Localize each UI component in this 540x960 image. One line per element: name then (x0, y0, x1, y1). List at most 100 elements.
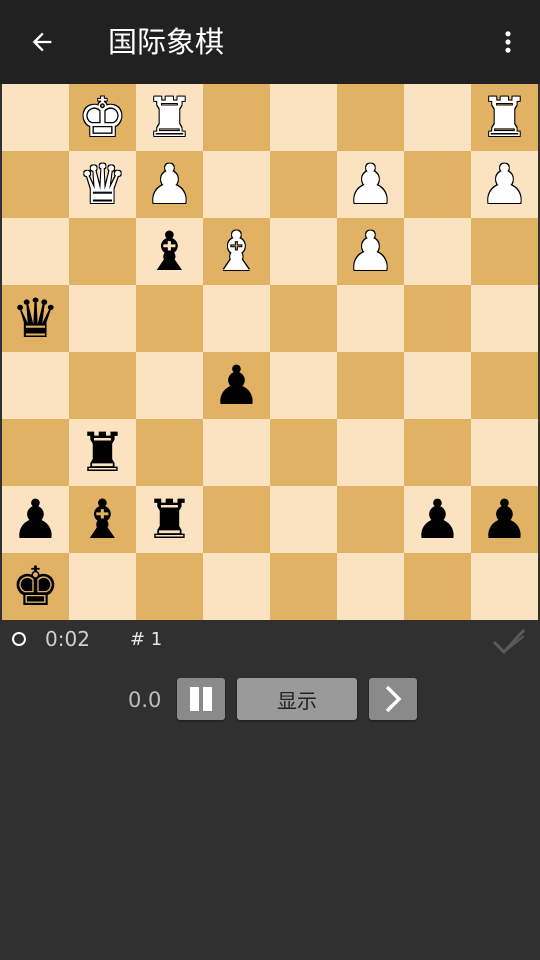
white-king-piece[interactable]: ♚ (78, 90, 126, 145)
board-square[interactable] (2, 84, 69, 151)
board-square[interactable] (337, 553, 404, 620)
black-rook-piece[interactable]: ♜ (145, 492, 193, 547)
board-square[interactable]: ♛ (69, 151, 136, 218)
board-square[interactable] (2, 419, 69, 486)
black-rook-piece[interactable]: ♜ (78, 425, 126, 480)
black-king-piece[interactable]: ♚ (11, 559, 59, 614)
board-square[interactable]: ♟ (203, 352, 270, 419)
white-pawn-piece[interactable]: ♟ (346, 224, 394, 279)
board-square[interactable] (270, 285, 337, 352)
white-rook-piece[interactable]: ♜ (145, 90, 193, 145)
board-square[interactable] (203, 84, 270, 151)
chess-board: ♚ ♜ ♜ ♛ ♟ ♟ ♟ ♝ ♝ ♟ ♛ ♟ ♜ ♟ ♝ ♜ ♟ ♟ ♚ (2, 84, 538, 620)
more-vert-icon (505, 31, 511, 53)
white-queen-piece[interactable]: ♛ (78, 157, 126, 212)
board-square[interactable] (203, 553, 270, 620)
board-square[interactable]: ♝ (136, 218, 203, 285)
black-pawn-piece[interactable]: ♟ (11, 492, 59, 547)
black-queen-piece[interactable]: ♛ (11, 291, 59, 346)
board-square[interactable] (2, 151, 69, 218)
white-rook-piece[interactable]: ♜ (480, 90, 528, 145)
board-square[interactable]: ♜ (136, 486, 203, 553)
back-button[interactable] (18, 18, 66, 66)
board-square[interactable]: ♜ (136, 84, 203, 151)
board-square[interactable] (203, 486, 270, 553)
white-pawn-piece[interactable]: ♟ (346, 157, 394, 212)
board-square[interactable]: ♟ (404, 486, 471, 553)
board-square[interactable] (136, 352, 203, 419)
board-square[interactable] (404, 419, 471, 486)
move-number: # 1 (130, 629, 163, 650)
board-square[interactable] (270, 151, 337, 218)
black-bishop-piece[interactable]: ♝ (78, 492, 126, 547)
turn-indicator-icon (12, 632, 26, 646)
board-square[interactable] (270, 486, 337, 553)
board-square[interactable] (270, 419, 337, 486)
board-square[interactable] (471, 553, 538, 620)
board-square[interactable] (471, 285, 538, 352)
board-square[interactable] (404, 84, 471, 151)
timer: 0:02 (45, 627, 90, 651)
black-pawn-piece[interactable]: ♟ (480, 492, 528, 547)
board-square[interactable] (136, 419, 203, 486)
board-square[interactable] (69, 553, 136, 620)
board-square[interactable] (270, 553, 337, 620)
board-square[interactable] (69, 285, 136, 352)
board-square[interactable]: ♟ (337, 151, 404, 218)
board-square[interactable] (471, 352, 538, 419)
board-square[interactable]: ♚ (2, 553, 69, 620)
board-square[interactable]: ♟ (136, 151, 203, 218)
board-square[interactable] (270, 218, 337, 285)
board-square[interactable] (471, 419, 538, 486)
overflow-menu-button[interactable] (484, 18, 532, 66)
black-pawn-piece[interactable]: ♟ (212, 358, 260, 413)
board-square[interactable] (203, 285, 270, 352)
board-square[interactable] (337, 486, 404, 553)
board-square[interactable]: ♚ (69, 84, 136, 151)
board-square[interactable]: ♜ (471, 84, 538, 151)
board-square[interactable] (337, 419, 404, 486)
black-pawn-piece[interactable]: ♟ (413, 492, 461, 547)
pause-icon (190, 687, 212, 711)
app-bar: 国际象棋 (0, 0, 540, 84)
board-square[interactable] (2, 352, 69, 419)
board-square[interactable]: ♜ (69, 419, 136, 486)
board-square[interactable] (471, 218, 538, 285)
board-square[interactable] (69, 218, 136, 285)
next-button[interactable] (369, 678, 417, 720)
board-square[interactable]: ♟ (2, 486, 69, 553)
board-square[interactable] (2, 218, 69, 285)
arrow-left-icon (32, 32, 52, 52)
board-square[interactable]: ♛ (2, 285, 69, 352)
board-square[interactable] (136, 285, 203, 352)
board-square[interactable] (337, 352, 404, 419)
white-pawn-piece[interactable]: ♟ (145, 157, 193, 212)
controls-row: 0.0 显示 (0, 678, 540, 722)
status-bar: 0:02 # 1 (0, 620, 540, 660)
white-pawn-piece[interactable]: ♟ (480, 157, 528, 212)
board-square[interactable] (270, 352, 337, 419)
checkmark-icon[interactable] (490, 624, 528, 658)
board-square[interactable] (404, 285, 471, 352)
board-square[interactable]: ♟ (337, 218, 404, 285)
board-square[interactable] (337, 285, 404, 352)
show-button[interactable]: 显示 (237, 678, 357, 720)
board-square[interactable] (203, 419, 270, 486)
board-square[interactable]: ♝ (69, 486, 136, 553)
board-square[interactable] (404, 352, 471, 419)
board-square[interactable] (69, 352, 136, 419)
board-square[interactable] (136, 553, 203, 620)
black-bishop-piece[interactable]: ♝ (145, 224, 193, 279)
pause-button[interactable] (177, 678, 225, 720)
board-square[interactable]: ♟ (471, 486, 538, 553)
board-square[interactable] (337, 84, 404, 151)
board-square[interactable]: ♝ (203, 218, 270, 285)
board-square[interactable]: ♟ (471, 151, 538, 218)
board-square[interactable] (270, 84, 337, 151)
board-square[interactable] (404, 218, 471, 285)
white-bishop-piece[interactable]: ♝ (212, 224, 260, 279)
score-value: 0.0 (128, 688, 162, 712)
board-square[interactable] (203, 151, 270, 218)
board-square[interactable] (404, 151, 471, 218)
board-square[interactable] (404, 553, 471, 620)
